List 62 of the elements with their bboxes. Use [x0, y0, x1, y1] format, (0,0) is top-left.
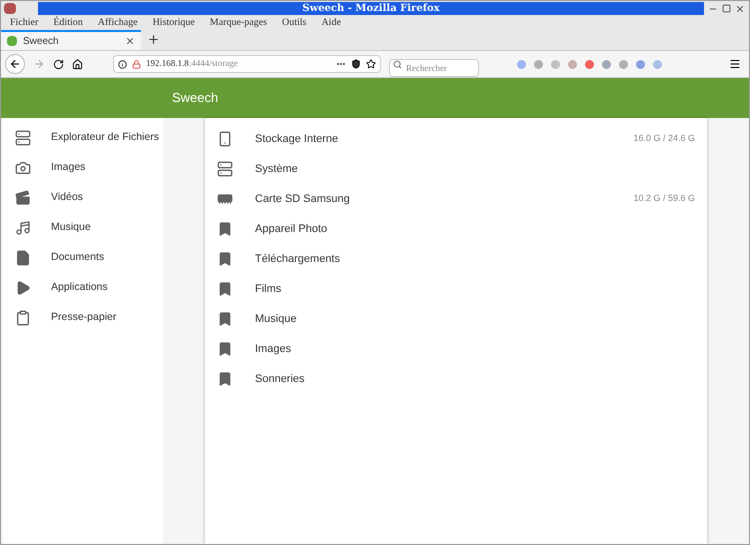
browser-tab[interactable]: Sweech	[1, 30, 141, 50]
menu-item[interactable]: Historique	[152, 18, 195, 28]
document-icon	[15, 250, 31, 266]
sidebar-item[interactable]: Documents	[3, 243, 163, 273]
new-tab-icon[interactable]	[147, 33, 160, 46]
storage-item[interactable]: Sonneries	[205, 364, 707, 394]
phone-icon	[217, 131, 233, 147]
camera-icon	[15, 160, 31, 176]
menu-item[interactable]: Aide	[321, 18, 341, 28]
url-text: 192.168.1.8:4444/storage	[146, 57, 239, 70]
sidebar-item[interactable]: Musique	[3, 213, 163, 243]
menu-item[interactable]: Outils	[282, 18, 306, 28]
storage-item[interactable]: Système	[205, 154, 707, 184]
menu-item[interactable]: Marque-pages	[210, 18, 267, 28]
bookmark-icon	[217, 281, 233, 297]
menu-item[interactable]: Édition	[53, 18, 83, 28]
sidebar-item[interactable]: Presse-papier	[3, 303, 163, 333]
address-bar[interactable]: 192.168.1.8:4444/storage	[113, 55, 381, 73]
app-title: Sweech	[172, 89, 218, 108]
play-icon	[15, 280, 31, 296]
bookmark-icon	[217, 221, 233, 237]
menu-item[interactable]: Affichage	[98, 18, 138, 28]
storage-item[interactable]: Stockage Interne 16.0 G / 24.6 G	[205, 124, 707, 154]
bookmark-star-icon[interactable]	[366, 59, 376, 69]
maximize-icon[interactable]	[722, 4, 731, 13]
bookmark-icon	[217, 311, 233, 327]
window-title: Sweech - Mozilla Firefox	[302, 4, 440, 14]
storage-item[interactable]: Films	[205, 274, 707, 304]
reload-icon[interactable]	[53, 58, 64, 70]
usage-text: 10.2 G / 59.6 G	[633, 192, 695, 206]
clipboard-icon	[15, 310, 31, 326]
storage-item[interactable]: Carte SD Samsung 10.2 G / 59.6 G	[205, 184, 707, 214]
menu-icon[interactable]	[729, 58, 741, 70]
app-icon	[4, 3, 16, 14]
search-field[interactable]: Rechercher	[389, 59, 479, 77]
storage-icon	[217, 161, 233, 177]
back-button[interactable]	[5, 54, 25, 74]
sidebar-item[interactable]: Images	[3, 153, 163, 183]
usage-text: 16.0 G / 24.6 G	[633, 132, 695, 146]
menu-item[interactable]: Fichier	[10, 18, 38, 28]
storage-item[interactable]: Images	[205, 334, 707, 364]
clapperboard-icon	[15, 190, 31, 206]
bookmark-icon	[217, 251, 233, 267]
search-icon	[393, 60, 402, 68]
tab-title: Sweech	[23, 34, 60, 48]
info-icon	[118, 60, 127, 68]
storage-item[interactable]: Téléchargements	[205, 244, 707, 274]
home-icon[interactable]	[72, 58, 83, 70]
favicon	[7, 36, 17, 46]
back-arrow-icon	[9, 58, 21, 70]
storage-item[interactable]: Appareil Photo	[205, 214, 707, 244]
sidebar-item[interactable]: Explorateur de Fichiers	[3, 123, 163, 153]
bookmark-icon	[217, 371, 233, 387]
sidebar-item[interactable]: Applications	[3, 273, 163, 303]
close-icon[interactable]	[735, 4, 745, 14]
bookmark-icon	[217, 341, 233, 357]
close-tab-icon[interactable]	[125, 36, 135, 46]
insecure-lock-icon	[132, 60, 141, 68]
storage-icon	[15, 130, 31, 146]
music-icon	[15, 220, 31, 236]
storage-item[interactable]: Musique	[205, 304, 707, 334]
sidebar-item[interactable]: Vidéos	[3, 183, 163, 213]
